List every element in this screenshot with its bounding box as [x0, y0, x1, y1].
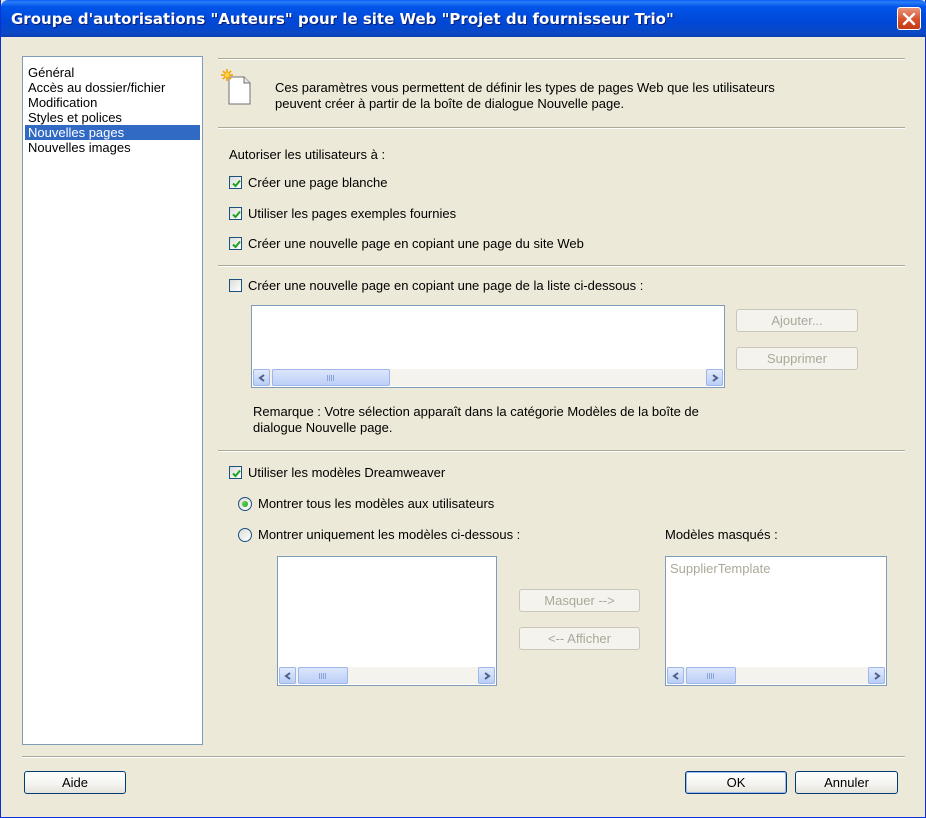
allow-users-label: Autoriser les utilisateurs à : — [229, 147, 386, 162]
note-line-2: dialogue Nouvelle page. — [253, 420, 393, 435]
sample-pages-checkbox[interactable] — [229, 207, 242, 220]
blank-page-label[interactable]: Créer une page blanche — [248, 175, 388, 191]
header-top-separator — [218, 58, 905, 60]
scroll-left-button[interactable] — [253, 369, 270, 386]
category-item-new-images[interactable]: Nouvelles images — [25, 140, 200, 155]
category-item-folder-access[interactable]: Accès au dossier/fichier — [25, 80, 200, 95]
copy-site-page-checkbox[interactable] — [229, 237, 242, 250]
checkmark-icon — [232, 179, 241, 188]
visible-templates-listbox[interactable] — [277, 556, 497, 686]
copy-list-separator — [218, 450, 905, 452]
cancel-button[interactable]: Annuler — [795, 771, 898, 794]
category-item-editing[interactable]: Modification — [25, 95, 200, 110]
copy-site-page-label[interactable]: Créer une nouvelle page en copiant une p… — [248, 236, 584, 252]
scroll-thumb[interactable] — [272, 369, 390, 386]
title-bar[interactable]: Groupe d'autorisations "Auteurs" pour le… — [1, 0, 926, 37]
permission-group-dialog: Groupe d'autorisations "Auteurs" pour le… — [0, 0, 926, 818]
show-all-templates-label[interactable]: Montrer tous les modèles aux utilisateur… — [258, 496, 494, 512]
chevron-left-icon — [283, 671, 291, 680]
hidden-templates-listbox[interactable]: SupplierTemplate — [665, 556, 887, 686]
show-all-templates-radio[interactable] — [238, 497, 252, 511]
chevron-right-icon — [483, 671, 491, 680]
remove-page-button[interactable]: Supprimer — [736, 347, 858, 370]
hidden-template-item[interactable]: SupplierTemplate — [670, 561, 770, 577]
copy-list-label[interactable]: Créer une nouvelle page en copiant une p… — [248, 278, 643, 294]
hidden-templates-label: Modèles masqués : — [665, 527, 778, 542]
note-line-1: Remarque : Votre sélection apparaît dans… — [253, 404, 699, 419]
hidden-templates-hscrollbar[interactable] — [667, 667, 885, 684]
scroll-thumb[interactable] — [686, 667, 736, 684]
chevron-right-icon — [711, 373, 719, 382]
scroll-right-button[interactable] — [706, 369, 723, 386]
scroll-right-button[interactable] — [868, 667, 885, 684]
ok-button[interactable]: OK — [685, 771, 787, 794]
description-line-2: peuvent créer à partir de la boîte de di… — [275, 96, 625, 111]
new-page-icon — [221, 69, 251, 105]
help-button[interactable]: Aide — [24, 771, 126, 794]
use-templates-checkbox[interactable] — [229, 466, 242, 479]
checkmark-icon — [232, 240, 241, 249]
copy-list-checkbox[interactable] — [229, 279, 242, 292]
show-only-templates-radio[interactable] — [238, 528, 252, 542]
checkmark-icon — [232, 469, 241, 478]
category-list[interactable]: Général Accès au dossier/fichier Modific… — [22, 56, 203, 745]
show-only-templates-label[interactable]: Montrer uniquement les modèles ci-dessou… — [258, 527, 520, 543]
use-templates-label[interactable]: Utiliser les modèles Dreamweaver — [248, 465, 445, 481]
chevron-left-icon — [257, 373, 265, 382]
allow-separator — [218, 265, 905, 267]
hide-template-button[interactable]: Masquer --> — [519, 589, 640, 612]
category-item-general[interactable]: Général — [25, 65, 200, 80]
category-item-new-pages[interactable]: Nouvelles pages — [25, 125, 200, 140]
description-line-1: Ces paramètres vous permettent de défini… — [275, 80, 775, 95]
category-item-styles-fonts[interactable]: Styles et polices — [25, 110, 200, 125]
sample-pages-label[interactable]: Utiliser les pages exemples fournies — [248, 206, 456, 222]
show-template-button[interactable]: <-- Afficher — [519, 627, 640, 650]
copy-page-hscrollbar[interactable] — [253, 369, 723, 386]
visible-templates-hscrollbar[interactable] — [279, 667, 495, 684]
checkmark-icon — [232, 210, 241, 219]
footer-separator — [22, 756, 905, 758]
scroll-thumb[interactable] — [298, 667, 348, 684]
close-button[interactable] — [897, 7, 921, 30]
scroll-left-button[interactable] — [667, 667, 684, 684]
close-icon — [902, 12, 916, 25]
header-bottom-separator — [218, 127, 905, 129]
blank-page-checkbox[interactable] — [229, 176, 242, 189]
chevron-right-icon — [873, 671, 881, 680]
copy-page-listbox[interactable] — [251, 305, 725, 388]
scroll-right-button[interactable] — [478, 667, 495, 684]
chevron-left-icon — [671, 671, 679, 680]
add-page-button[interactable]: Ajouter... — [736, 309, 858, 332]
window-title: Groupe d'autorisations "Auteurs" pour le… — [11, 10, 674, 28]
scroll-left-button[interactable] — [279, 667, 296, 684]
